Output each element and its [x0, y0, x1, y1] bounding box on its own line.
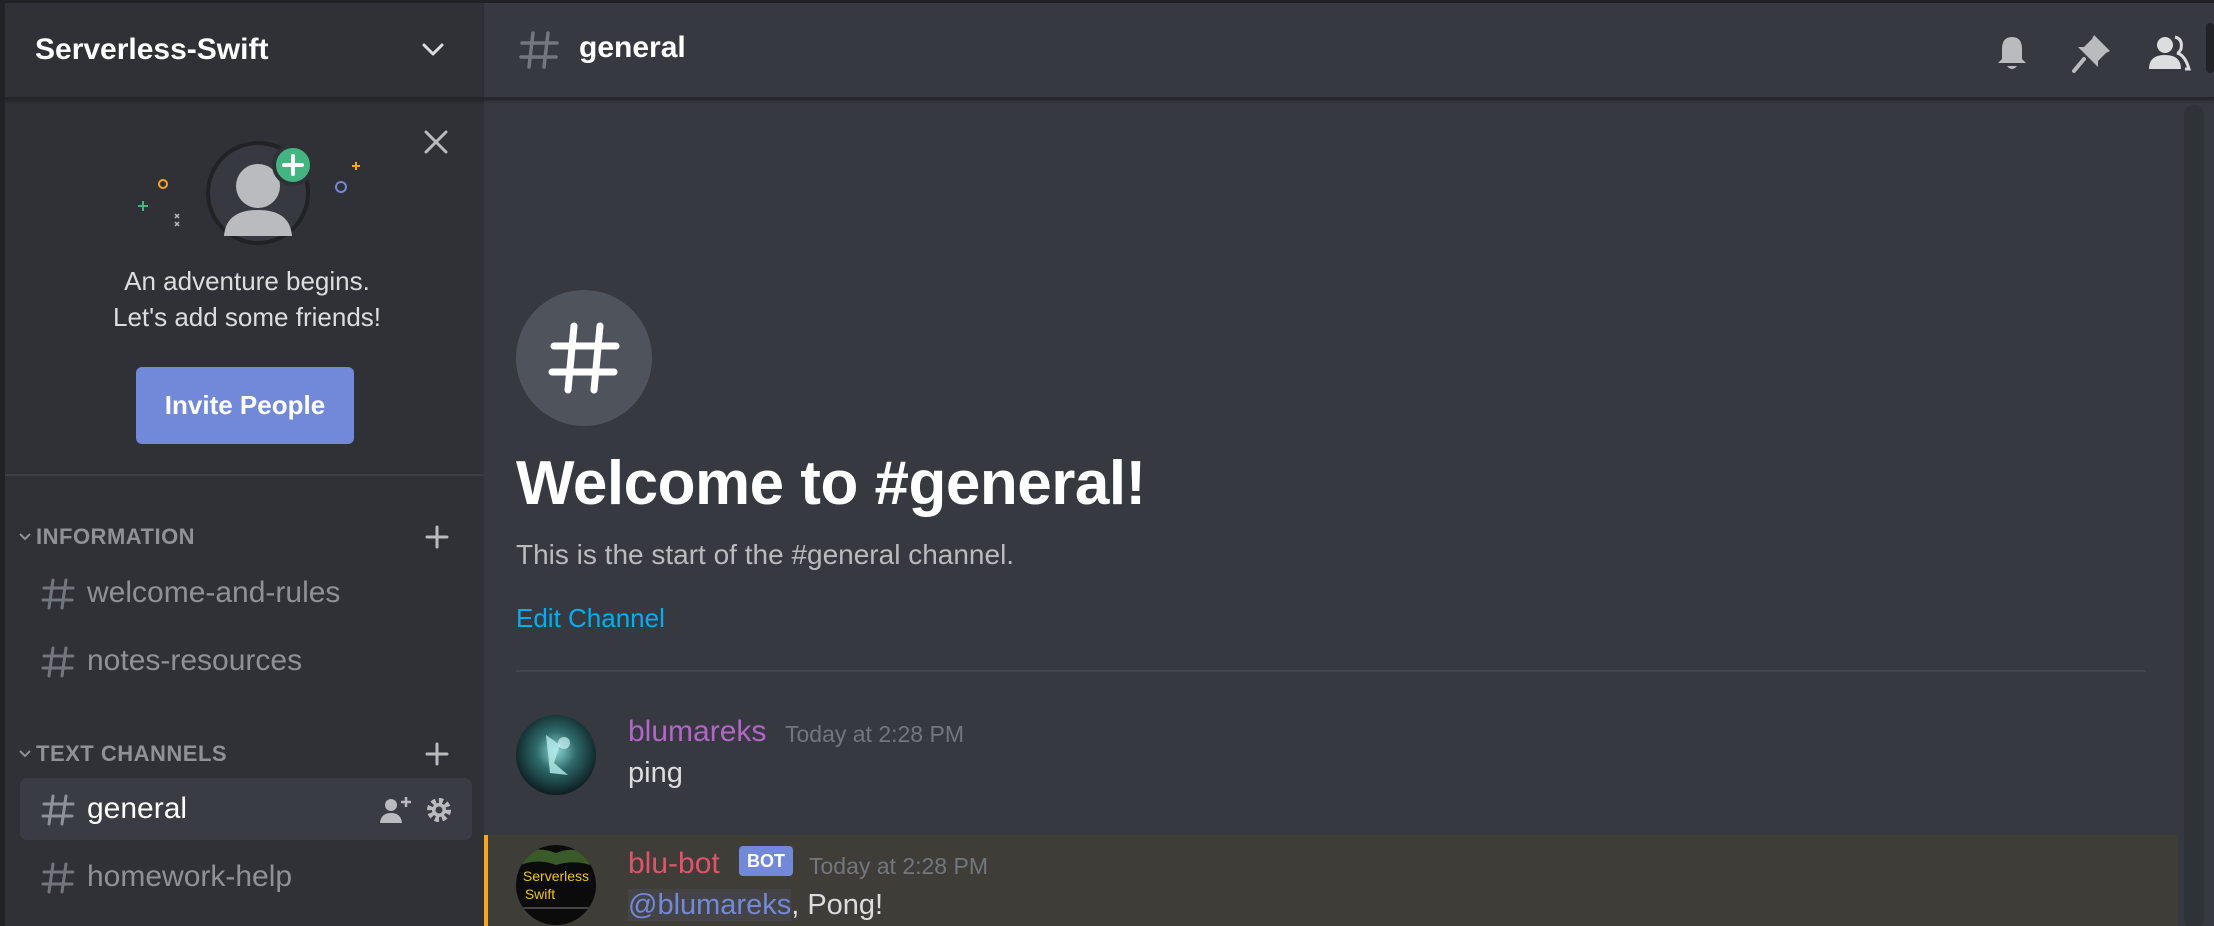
invite-people-button[interactable]: Invite People	[136, 367, 354, 444]
edit-channel-link[interactable]: Edit Channel	[516, 603, 665, 634]
pin-icon[interactable]	[2070, 31, 2114, 75]
add-channel-icon[interactable]	[421, 738, 453, 770]
user-mention[interactable]: @blumareks	[628, 889, 792, 921]
scrollbar[interactable]	[2184, 105, 2204, 926]
hash-icon	[519, 31, 559, 69]
channel-header: general	[484, 3, 2214, 100]
hash-icon	[41, 578, 75, 610]
divider	[516, 670, 2146, 672]
server-name: Serverless-Swift	[35, 33, 269, 66]
members-icon[interactable]	[2147, 31, 2191, 75]
channel-hash-badge-icon	[516, 290, 652, 426]
channel-name: notes-resources	[87, 644, 303, 677]
message[interactable]: blumareks Today at 2:28 PM ping	[484, 703, 2178, 833]
avatar[interactable]	[516, 715, 596, 795]
chat-area: general Welcome to #general! This is the…	[484, 0, 2214, 926]
hash-icon	[41, 862, 75, 894]
channel-welcome-and-rules[interactable]: welcome-and-rules	[20, 562, 472, 624]
hash-icon	[41, 646, 75, 678]
channel-sidebar: Serverless-Swift An adventure begins. Le…	[0, 0, 484, 926]
channel-title: general	[579, 31, 686, 64]
hash-icon	[41, 794, 75, 826]
gear-icon[interactable]	[424, 795, 454, 825]
category-text-channels[interactable]: TEXT CHANNELS	[5, 734, 484, 774]
message-author[interactable]: blumareks	[628, 715, 766, 749]
category-label: TEXT CHANNELS	[36, 741, 228, 766]
add-friend-illustration-icon	[130, 136, 370, 251]
window-edge	[2206, 23, 2214, 73]
invite-subheading: Let's add some friends!	[113, 302, 381, 332]
message-timestamp: Today at 2:28 PM	[785, 721, 964, 747]
channel-name: general	[87, 792, 188, 825]
invite-heading: An adventure begins.	[124, 266, 370, 296]
category-information[interactable]: INFORMATION	[5, 517, 484, 557]
avatar-text: Serverless	[523, 868, 589, 884]
welcome-title: Welcome to #general!	[516, 449, 1146, 518]
channel-notes-resources[interactable]: notes-resources	[20, 630, 472, 692]
category-label: INFORMATION	[36, 524, 196, 549]
channel-general[interactable]: general	[20, 778, 472, 840]
avatar-text: Swift	[525, 886, 555, 902]
message-highlighted[interactable]: Serverless Swift blu-bot BOT Today at 2:…	[484, 835, 2178, 926]
channel-homework-help[interactable]: homework-help	[20, 846, 472, 908]
bell-icon[interactable]	[1990, 31, 2034, 75]
chevron-down-icon	[19, 533, 31, 541]
avatar[interactable]: Serverless Swift	[516, 845, 596, 925]
message-content: @blumareks, Pong!	[628, 889, 883, 922]
create-invite-icon[interactable]	[378, 795, 412, 825]
channel-name: homework-help	[87, 860, 293, 893]
chevron-down-icon[interactable]	[416, 33, 450, 67]
message-timestamp: Today at 2:28 PM	[809, 853, 988, 879]
add-channel-icon[interactable]	[421, 521, 453, 553]
server-header[interactable]: Serverless-Swift	[5, 3, 484, 100]
close-icon[interactable]	[416, 122, 456, 162]
channel-name: welcome-and-rules	[87, 576, 341, 609]
chevron-down-icon	[19, 750, 31, 758]
message-content: ping	[628, 757, 683, 789]
message-text: , Pong!	[791, 889, 884, 921]
welcome-subtitle: This is the start of the #general channe…	[516, 539, 1015, 570]
bot-tag-badge: BOT	[739, 846, 793, 876]
message-author[interactable]: blu-bot	[628, 847, 720, 881]
